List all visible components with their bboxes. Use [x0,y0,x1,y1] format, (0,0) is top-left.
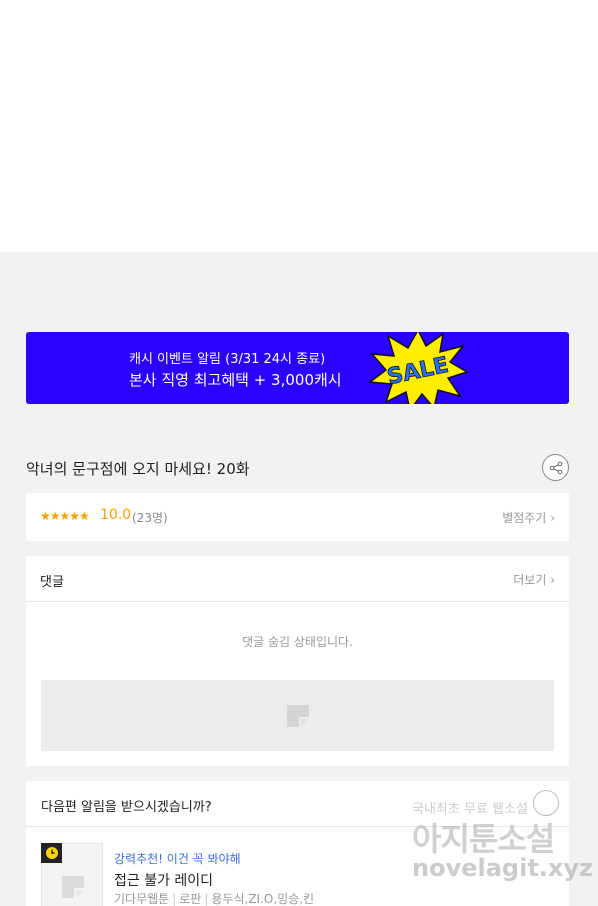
chevron-right-icon: › [550,573,555,587]
site-watermark: 국내최초 무료 웹소설 아지툰소설 novelagit.xyz [412,798,593,888]
recommend-authors: 용두식,ZI.O,밍승,킨 [211,892,315,906]
image-placeholder-icon [62,876,84,898]
rating-count: (23명) [132,511,168,525]
share-button[interactable] [542,454,569,481]
recommend-thumbnail[interactable] [41,843,103,906]
watermark-line-3: novelagit.xyz [412,854,594,882]
recommend-genre: 로판 [179,892,202,906]
recommend-title[interactable]: 접근 불가 레이디 [114,870,213,890]
comment-more-button[interactable]: 더보기 › [513,571,555,588]
recommend-tag: 강력추천! 이건 꼭 봐야해 [114,852,241,866]
rating-stars: ★★★★★ [40,509,90,523]
image-placeholder-icon [287,705,309,727]
meta-separator: | [172,892,177,906]
next-episode-label: 다음편 알림을 받으시겠습니까? [41,800,212,815]
rating-card: ★★★★★ 10.0 (23명) 별점주기 › [26,493,569,541]
rating-score: 10.0 [100,507,132,523]
rate-button[interactable]: 별점주기 › [502,509,555,526]
recommend-category: 기다무웹툰 [114,892,170,906]
comment-more-label: 더보기 [513,573,547,587]
clock-icon [41,843,62,863]
rate-button-label: 별점주기 [502,511,547,525]
ad-placeholder [41,680,554,751]
banner-line-2: 본사 직영 최고혜택 + 3,000캐시 [129,371,342,389]
sale-burst-icon: SALE [368,332,468,404]
comment-header: 댓글 더보기 › [26,556,569,602]
meta-separator: | [204,892,209,906]
comment-label: 댓글 [40,575,64,590]
cash-event-banner[interactable]: 캐시 이벤트 알림 (3/31 24시 종료) 본사 직영 최고혜택 + 3,0… [26,332,569,404]
recommend-meta: 기다무웹툰 | 로판 | 용두식,ZI.O,밍승,킨 [114,890,314,906]
episode-title: 악녀의 문구점에 오지 마세요! 20화 [26,460,250,478]
share-icon [549,461,562,474]
comment-hidden-message: 댓글 숨김 상태입니다. [242,635,353,649]
content-area-top [0,0,598,252]
comment-section: 댓글 더보기 › 댓글 숨김 상태입니다. [26,556,569,766]
chevron-right-icon: › [550,511,555,525]
banner-line-1: 캐시 이벤트 알림 (3/31 24시 종료) [129,352,326,367]
